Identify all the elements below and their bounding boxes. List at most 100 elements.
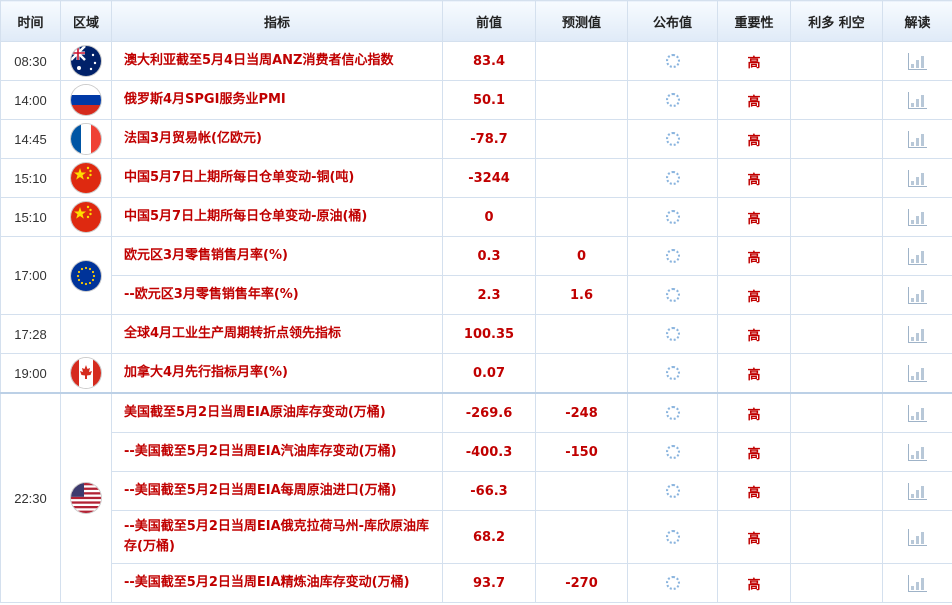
- australia-flag-icon: [71, 46, 101, 76]
- impact-cell: [790, 80, 883, 120]
- actual-cell: [627, 314, 718, 354]
- analysis-cell[interactable]: [882, 563, 952, 603]
- chart-icon[interactable]: [908, 528, 927, 546]
- chart-icon[interactable]: [908, 443, 927, 461]
- previous-cell: 2.3: [442, 275, 536, 315]
- chart-icon[interactable]: [908, 325, 927, 343]
- indicator-cell[interactable]: --美国截至5月2日当周EIA精炼油库存变动(万桶): [111, 563, 443, 603]
- analysis-cell[interactable]: [882, 314, 952, 354]
- previous-cell: -78.7: [442, 119, 536, 159]
- chart-icon[interactable]: [908, 91, 927, 109]
- forecast-cell: 0: [535, 236, 628, 276]
- impact-cell: [790, 41, 883, 81]
- indicator-cell[interactable]: 美国截至5月2日当周EIA原油库存变动(万桶): [111, 392, 443, 433]
- table-row: 22:30 美国截至5月2日当周EIA原油库存变动(万桶) -269.6 -24…: [0, 392, 952, 603]
- loading-icon: [665, 210, 680, 224]
- analysis-cell[interactable]: [882, 510, 952, 564]
- china-flag-icon: [71, 202, 101, 232]
- table-row: --欧元区3月零售销售年率(%) 2.3 1.6 高: [1, 275, 952, 315]
- importance-cell: 高: [717, 471, 791, 511]
- indicator-cell[interactable]: 俄罗斯4月SPGI服务业PMI: [111, 80, 443, 120]
- header-region: 区域: [60, 0, 112, 42]
- loading-icon: [665, 93, 680, 107]
- canada-flag-icon: [71, 358, 101, 388]
- actual-cell: [627, 119, 718, 159]
- forecast-cell: 1.6: [535, 275, 628, 315]
- chart-icon[interactable]: [908, 208, 927, 226]
- previous-cell: 100.35: [442, 314, 536, 354]
- indicator-cell[interactable]: 欧元区3月零售销售月率(%): [111, 236, 443, 276]
- previous-cell: 93.7: [442, 563, 536, 603]
- region-cell: [60, 314, 112, 354]
- forecast-cell: [535, 158, 628, 198]
- chart-icon[interactable]: [908, 574, 927, 592]
- table-row: 08:30 澳大利亚截至5月4日当周ANZ消费者信心指数 83.4 高: [0, 41, 952, 81]
- table-row: --美国截至5月2日当周EIA每周原油进口(万桶) -66.3 高: [1, 471, 952, 511]
- importance-cell: 高: [717, 158, 791, 198]
- indicator-cell[interactable]: --美国截至5月2日当周EIA俄克拉荷马州-库欣原油库存(万桶): [111, 510, 443, 564]
- table-row: 14:45 法国3月贸易帐(亿欧元) -78.7 高: [0, 119, 952, 159]
- importance-cell: 高: [717, 197, 791, 237]
- chart-icon[interactable]: [908, 52, 927, 70]
- previous-cell: 0: [442, 197, 536, 237]
- analysis-cell[interactable]: [882, 158, 952, 198]
- chart-icon[interactable]: [908, 286, 927, 304]
- impact-cell: [790, 353, 883, 394]
- table-row: 17:28 全球4月工业生产周期转折点领先指标 100.35 高: [0, 314, 952, 354]
- actual-cell: [627, 563, 718, 603]
- previous-cell: 0.07: [442, 353, 536, 394]
- table-row: 14:00 俄罗斯4月SPGI服务业PMI 50.1 高: [0, 80, 952, 120]
- table-row: --美国截至5月2日当周EIA俄克拉荷马州-库欣原油库存(万桶) 68.2 高: [1, 510, 952, 564]
- previous-cell: 83.4: [442, 41, 536, 81]
- chart-icon[interactable]: [908, 169, 927, 187]
- analysis-cell[interactable]: [882, 80, 952, 120]
- forecast-cell: -150: [535, 432, 628, 472]
- header-impact: 利多 利空: [790, 0, 883, 42]
- header-actual: 公布值: [627, 0, 718, 42]
- forecast-cell: -270: [535, 563, 628, 603]
- importance-cell: 高: [717, 563, 791, 603]
- header-previous: 前值: [442, 0, 536, 42]
- indicator-cell[interactable]: --欧元区3月零售销售年率(%): [111, 275, 443, 315]
- analysis-cell[interactable]: [882, 197, 952, 237]
- chart-icon[interactable]: [908, 247, 927, 265]
- analysis-cell[interactable]: [882, 41, 952, 81]
- region-cell: [60, 353, 112, 394]
- impact-cell: [790, 197, 883, 237]
- header-analysis: 解读: [882, 0, 952, 42]
- forecast-cell: [535, 471, 628, 511]
- actual-cell: [627, 510, 718, 564]
- indicator-cell[interactable]: 中国5月7日上期所每日仓单变动-原油(桶): [111, 197, 443, 237]
- chart-icon[interactable]: [908, 130, 927, 148]
- indicator-cell[interactable]: --美国截至5月2日当周EIA每周原油进口(万桶): [111, 471, 443, 511]
- indicator-cell[interactable]: 中国5月7日上期所每日仓单变动-铜(吨): [111, 158, 443, 198]
- indicator-cell[interactable]: 澳大利亚截至5月4日当周ANZ消费者信心指数: [111, 41, 443, 81]
- forecast-cell: [535, 314, 628, 354]
- forecast-cell: [535, 510, 628, 564]
- forecast-cell: [535, 119, 628, 159]
- time-cell: 22:30: [0, 392, 61, 603]
- impact-cell: [790, 563, 883, 603]
- previous-cell: 50.1: [442, 80, 536, 120]
- analysis-cell[interactable]: [882, 275, 952, 315]
- previous-cell: 68.2: [442, 510, 536, 564]
- chart-icon[interactable]: [908, 404, 927, 422]
- region-cell: [60, 392, 112, 603]
- indicator-cell[interactable]: 全球4月工业生产周期转折点领先指标: [111, 314, 443, 354]
- analysis-cell[interactable]: [882, 471, 952, 511]
- chart-icon[interactable]: [908, 364, 927, 382]
- indicator-cell[interactable]: 法国3月贸易帐(亿欧元): [111, 119, 443, 159]
- analysis-cell[interactable]: [882, 392, 952, 433]
- chart-icon[interactable]: [908, 482, 927, 500]
- analysis-cell[interactable]: [882, 236, 952, 276]
- loading-icon: [665, 249, 680, 263]
- analysis-cell[interactable]: [882, 432, 952, 472]
- indicator-cell[interactable]: --美国截至5月2日当周EIA汽油库存变动(万桶): [111, 432, 443, 472]
- importance-cell: 高: [717, 314, 791, 354]
- indicator-cell[interactable]: 加拿大4月先行指标月率(%): [111, 353, 443, 394]
- impact-cell: [790, 119, 883, 159]
- actual-cell: [627, 197, 718, 237]
- actual-cell: [627, 432, 718, 472]
- analysis-cell[interactable]: [882, 119, 952, 159]
- analysis-cell[interactable]: [882, 353, 952, 394]
